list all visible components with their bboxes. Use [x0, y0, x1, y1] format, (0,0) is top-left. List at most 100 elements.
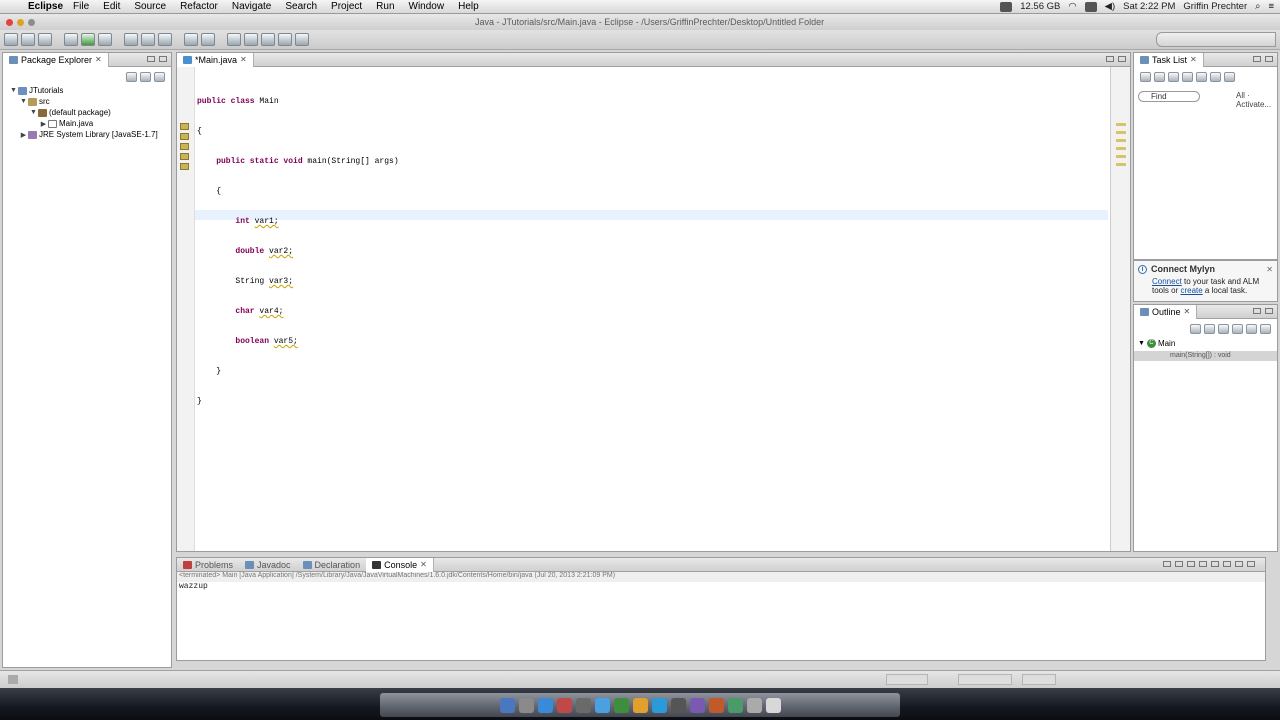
overview-warning-icon[interactable] [1116, 123, 1126, 126]
overview-ruler[interactable] [1110, 67, 1130, 551]
link-with-editor-icon[interactable] [140, 72, 151, 82]
warning-marker-icon[interactable] [180, 133, 189, 140]
remove-launch-icon[interactable] [1175, 561, 1183, 567]
synchronize-icon[interactable] [1154, 72, 1165, 82]
maximize-view-icon[interactable] [1118, 56, 1126, 62]
external-tools-icon[interactable] [98, 33, 112, 46]
outline-item-main[interactable]: ▼ C Main [1138, 339, 1175, 348]
task-find-input[interactable]: Find [1138, 91, 1200, 102]
code-area[interactable]: public class Main { public static void m… [197, 77, 399, 427]
overview-warning-icon[interactable] [1116, 139, 1126, 142]
expand-icon[interactable]: ▼ [29, 109, 38, 116]
sort-icon[interactable] [1190, 324, 1201, 334]
previous-annotation-icon[interactable] [261, 33, 275, 46]
overview-warning-icon[interactable] [1116, 163, 1126, 166]
minimize-view-icon[interactable] [1253, 308, 1261, 314]
scheduled-icon[interactable] [1182, 72, 1193, 82]
app-menu[interactable]: Eclipse [28, 1, 63, 12]
warning-marker-icon[interactable] [180, 153, 189, 160]
close-tab-icon[interactable]: ✕ [240, 55, 247, 64]
next-annotation-icon[interactable] [244, 33, 258, 46]
spotlight-icon[interactable]: ⌕ [1255, 1, 1260, 12]
warning-marker-icon[interactable] [180, 143, 189, 150]
vertical-ruler[interactable] [177, 67, 195, 551]
wifi-icon[interactable]: ◠ [1068, 1, 1076, 12]
pin-console-icon[interactable] [1211, 561, 1219, 567]
scroll-lock-icon[interactable] [1199, 561, 1207, 567]
toggle-mark-icon[interactable] [227, 33, 241, 46]
view-menu-icon[interactable] [154, 72, 165, 82]
launchpad-icon[interactable] [518, 697, 534, 713]
overview-warning-icon[interactable] [1116, 147, 1126, 150]
app-store-icon[interactable] [594, 697, 610, 713]
maximize-view-icon[interactable] [1265, 308, 1273, 314]
open-type-icon[interactable] [184, 33, 198, 46]
close-icon[interactable]: ✕ [1266, 265, 1273, 274]
run-icon[interactable] [81, 33, 95, 46]
warning-marker-icon[interactable] [180, 123, 189, 130]
create-link[interactable]: create [1180, 286, 1202, 295]
minimize-view-icon[interactable] [1106, 56, 1114, 62]
overview-warning-icon[interactable] [1116, 131, 1126, 134]
hide-static-icon[interactable] [1218, 324, 1229, 334]
menu-navigate[interactable]: Navigate [232, 1, 271, 12]
forward-icon[interactable] [295, 33, 309, 46]
minimize-window-icon[interactable] [17, 18, 24, 26]
tab-declaration[interactable]: Declaration [297, 558, 367, 572]
new-class-icon[interactable] [158, 33, 172, 46]
maximize-view-icon[interactable] [159, 56, 167, 62]
new-task-icon[interactable] [1140, 72, 1151, 82]
user-name[interactable]: Griffin Prechter [1183, 1, 1247, 12]
new-package-icon[interactable] [141, 33, 155, 46]
tab-console[interactable]: Console ✕ [366, 557, 434, 572]
save-icon[interactable] [21, 33, 35, 46]
screen-icon[interactable] [1000, 1, 1013, 12]
battery-icon[interactable] [1084, 1, 1097, 12]
expand-icon[interactable]: ▼ [9, 87, 18, 94]
close-tab-icon[interactable]: ✕ [1190, 55, 1197, 64]
volume-icon[interactable]: ◀) [1105, 1, 1115, 12]
menu-search[interactable]: Search [285, 1, 317, 12]
back-icon[interactable] [278, 33, 292, 46]
close-tab-icon[interactable]: ✕ [1184, 307, 1191, 316]
clear-console-icon[interactable] [1187, 561, 1195, 567]
eclipse-icon[interactable] [689, 697, 705, 713]
view-menu-icon[interactable] [1260, 324, 1271, 334]
menu-run[interactable]: Run [376, 1, 394, 12]
tree-item-default-package[interactable]: ▼ (default package) [9, 107, 158, 118]
clock[interactable]: Sat 2:22 PM [1123, 1, 1175, 12]
tab-task-list[interactable]: Task List ✕ [1134, 52, 1204, 67]
menu-edit[interactable]: Edit [103, 1, 120, 12]
tree-item-main-java[interactable]: ▶ Main.java [9, 118, 158, 129]
zoom-window-icon[interactable] [28, 18, 35, 26]
tab-package-explorer[interactable]: Package Explorer ✕ [3, 52, 109, 67]
new-java-project-icon[interactable] [124, 33, 138, 46]
expand-icon[interactable]: ▼ [19, 98, 28, 105]
hide-nonpublic-icon[interactable] [1232, 324, 1243, 334]
app-icon[interactable] [708, 697, 724, 713]
tab-outline[interactable]: Outline ✕ [1134, 304, 1198, 319]
terminate-icon[interactable] [1163, 561, 1171, 567]
debug-icon[interactable] [64, 33, 78, 46]
calendar-icon[interactable] [556, 697, 572, 713]
expand-icon[interactable]: ▼ [1138, 340, 1145, 347]
terminal-icon[interactable] [670, 697, 686, 713]
display-console-icon[interactable] [1223, 561, 1231, 567]
system-preferences-icon[interactable] [575, 697, 591, 713]
view-menu-icon[interactable] [1224, 72, 1235, 82]
maximize-view-icon[interactable] [1247, 561, 1255, 567]
maximize-view-icon[interactable] [1265, 56, 1273, 62]
hide-completed-icon[interactable] [1196, 72, 1207, 82]
tree-item-src[interactable]: ▼ src [9, 96, 158, 107]
fast-view-icon[interactable] [8, 675, 18, 684]
expand-icon[interactable]: ▶ [39, 120, 48, 128]
skype-icon[interactable] [651, 697, 667, 713]
menu-help[interactable]: Help [458, 1, 479, 12]
minimize-view-icon[interactable] [1235, 561, 1243, 567]
notification-icon[interactable]: ≡ [1268, 1, 1274, 12]
print-icon[interactable] [38, 33, 52, 46]
task-filter-all[interactable]: All · Activate... [1236, 91, 1277, 109]
perspective-switcher[interactable] [1156, 32, 1276, 47]
menu-source[interactable]: Source [134, 1, 166, 12]
app-icon[interactable] [746, 697, 762, 713]
